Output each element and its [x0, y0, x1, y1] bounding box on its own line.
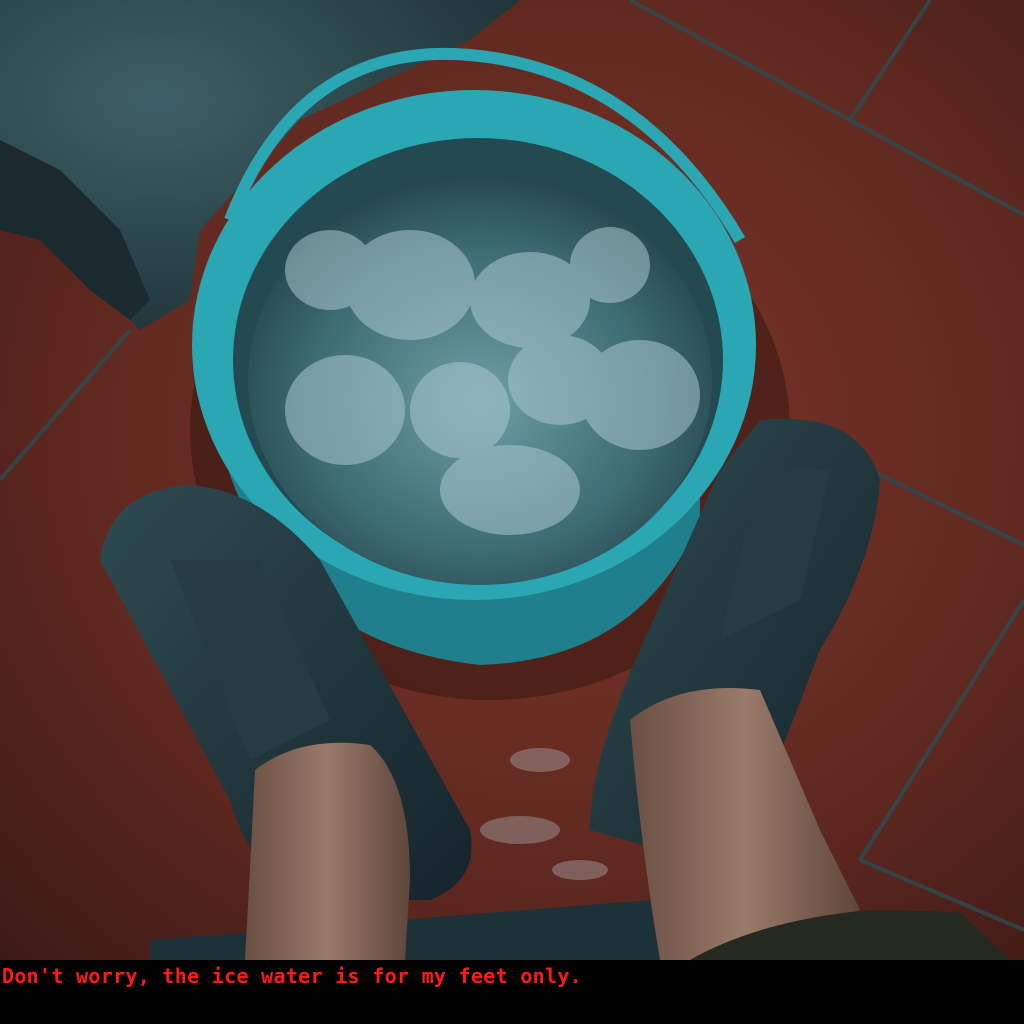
- photo-scene: [0, 0, 1024, 960]
- caption-text: Don't worry, the ice water is for my fee…: [2, 964, 583, 988]
- left-leg: [245, 742, 410, 960]
- caption-bar: Don't worry, the ice water is for my fee…: [0, 960, 1024, 1024]
